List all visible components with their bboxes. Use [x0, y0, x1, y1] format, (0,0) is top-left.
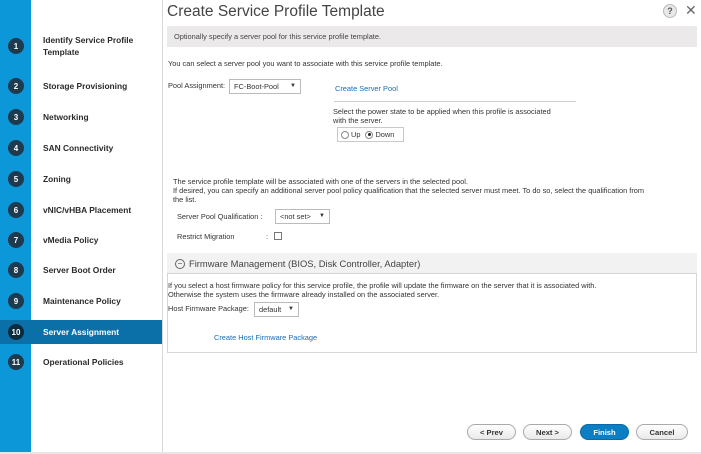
chevron-down-icon: ▼ [319, 213, 325, 219]
step-number: 6 [8, 202, 24, 218]
step-number: 3 [8, 109, 24, 125]
step-vmedia-policy[interactable]: 7 vMedia Policy [0, 232, 162, 248]
close-icon[interactable]: ✕ [685, 2, 697, 18]
host-firmware-package-value: default [259, 305, 282, 314]
pool-assignment-select[interactable]: FC-Boot-Pool ▼ [229, 79, 301, 94]
step-label: Zoning [43, 174, 71, 184]
power-state-text-line2: with the server. [333, 116, 383, 125]
step-number: 7 [8, 232, 24, 248]
step-label: SAN Connectivity [43, 143, 114, 153]
create-host-firmware-package-link[interactable]: Create Host Firmware Package [214, 333, 317, 343]
finish-button[interactable]: Finish [580, 424, 629, 440]
firmware-text-line2: Otherwise the system uses the firmware a… [168, 290, 440, 299]
step-label: Storage Provisioning [43, 81, 128, 91]
step-label: Identify Service Profile Template [43, 35, 134, 57]
power-up-label: Up [351, 130, 361, 139]
step-number: 2 [8, 78, 24, 94]
help-icon[interactable]: ? [663, 4, 677, 18]
step-networking[interactable]: 3 Networking [0, 109, 162, 125]
server-pool-qualification-label: Server Pool Qualification : [177, 212, 263, 221]
cancel-button[interactable]: Cancel [636, 424, 688, 440]
step-server-assignment[interactable]: 10 Server Assignment [0, 320, 162, 344]
restrict-migration-label: Restrict Migration [177, 232, 235, 241]
step-number: 11 [8, 354, 24, 370]
info-banner: Optionally specify a server pool for thi… [167, 26, 697, 47]
power-down-label: Down [375, 130, 395, 139]
restrict-migration-colon: : [266, 232, 269, 241]
pool-note-line3: the list. [173, 195, 197, 204]
next-button[interactable]: Next > [523, 424, 572, 440]
step-number: 10 [8, 324, 24, 340]
pool-assignment-label: Pool Assignment: [168, 81, 226, 90]
step-storage-provisioning[interactable]: 2 Storage Provisioning [0, 78, 162, 94]
divider [334, 101, 576, 102]
step-number: 5 [8, 171, 24, 187]
collapse-icon[interactable]: − [175, 258, 185, 269]
pool-note-line2: If desired, you can specify an additiona… [173, 186, 645, 195]
page-title: Create Service Profile Template [167, 3, 385, 20]
step-number: 9 [8, 293, 24, 309]
firmware-management-header[interactable]: − Firmware Management (BIOS, Disk Contro… [167, 253, 697, 274]
server-pool-qualification-select[interactable]: <not set> ▼ [275, 209, 330, 224]
pool-assignment-value: FC-Boot-Pool [234, 82, 279, 91]
host-firmware-package-label: Host Firmware Package: [168, 304, 249, 313]
step-label: Operational Policies [43, 357, 124, 367]
step-label: Maintenance Policy [43, 296, 121, 306]
step-operational-policies[interactable]: 11 Operational Policies [0, 354, 162, 370]
step-label: vMedia Policy [43, 235, 99, 245]
power-down-radio[interactable] [365, 130, 374, 139]
step-zoning[interactable]: 5 Zoning [0, 171, 162, 187]
host-firmware-package-select[interactable]: default ▼ [254, 302, 299, 317]
prev-button[interactable]: < Prev [467, 424, 516, 440]
wizard-steps: 1 Identify Service Profile Template 2 St… [0, 0, 162, 454]
power-state-radio-group: Up Down [337, 127, 404, 142]
step-number: 8 [8, 262, 24, 278]
step-maintenance-policy[interactable]: 9 Maintenance Policy [0, 293, 162, 309]
step-label: vNIC/vHBA Placement [43, 205, 132, 215]
step-label: Server Assignment [43, 327, 120, 337]
firmware-management-title: Firmware Management (BIOS, Disk Controll… [189, 258, 421, 269]
step-vnic-vhba-placement[interactable]: 6 vNIC/vHBA Placement [0, 202, 162, 218]
step-label: Server Boot Order [43, 265, 116, 275]
server-pool-qualification-value: <not set> [280, 212, 311, 221]
step-label: Networking [43, 112, 89, 122]
step-server-boot-order[interactable]: 8 Server Boot Order [0, 262, 162, 278]
chevron-down-icon: ▼ [290, 83, 296, 89]
step-number: 1 [8, 38, 24, 54]
power-up-radio[interactable] [341, 130, 349, 139]
step-san-connectivity[interactable]: 4 SAN Connectivity [0, 140, 162, 156]
restrict-migration-checkbox[interactable] [274, 232, 282, 240]
step-number: 4 [8, 140, 24, 156]
create-server-pool-link[interactable]: Create Server Pool [335, 84, 398, 94]
chevron-down-icon: ▼ [288, 306, 294, 312]
step-identify-service-profile-template[interactable]: 1 Identify Service Profile Template [0, 31, 162, 61]
pool-intro-text: You can select a server pool you want to… [168, 59, 443, 68]
